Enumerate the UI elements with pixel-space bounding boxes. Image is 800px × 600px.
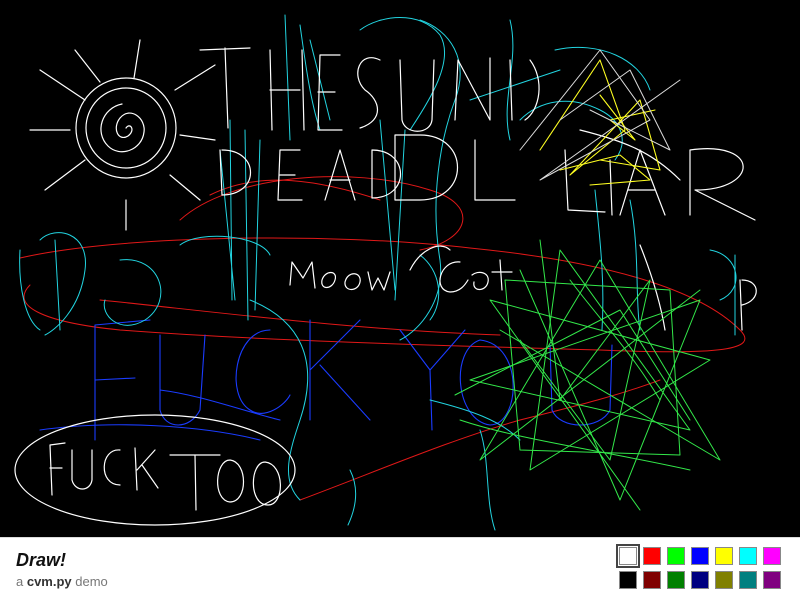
- cyan-strokes: [19, 14, 737, 531]
- swatch-olive[interactable]: [715, 571, 733, 589]
- swatch-red[interactable]: [643, 547, 661, 565]
- swatch-white[interactable]: [616, 544, 640, 568]
- red-strokes: [19, 176, 746, 501]
- drawing-canvas[interactable]: [0, 0, 800, 537]
- yellow-strokes: [539, 59, 661, 186]
- swatch-yellow[interactable]: [715, 547, 733, 565]
- blue-strokes: [39, 319, 613, 441]
- app-subtitle: a cvm.py demo: [16, 574, 108, 589]
- swatch-green[interactable]: [667, 547, 685, 565]
- green-strokes: [454, 239, 721, 511]
- app-title: Draw!: [16, 550, 67, 570]
- color-palette: [615, 543, 787, 593]
- subtitle-app-name: cvm.py: [26, 574, 72, 589]
- swatch-cyan[interactable]: [739, 547, 757, 565]
- swatch-blue[interactable]: [691, 547, 709, 565]
- swatch-teal[interactable]: [739, 571, 757, 589]
- swatch-black[interactable]: [619, 571, 637, 589]
- swatch-navy[interactable]: [691, 571, 709, 589]
- subtitle-prefix: a: [16, 574, 27, 589]
- swatch-purple[interactable]: [763, 571, 781, 589]
- swatch-dark-red[interactable]: [643, 571, 661, 589]
- swatch-dark-green[interactable]: [667, 571, 685, 589]
- subtitle-suffix: demo: [71, 574, 108, 589]
- draw-app-window: Draw! a cvm.py demo: [0, 0, 800, 600]
- swatch-magenta[interactable]: [763, 547, 781, 565]
